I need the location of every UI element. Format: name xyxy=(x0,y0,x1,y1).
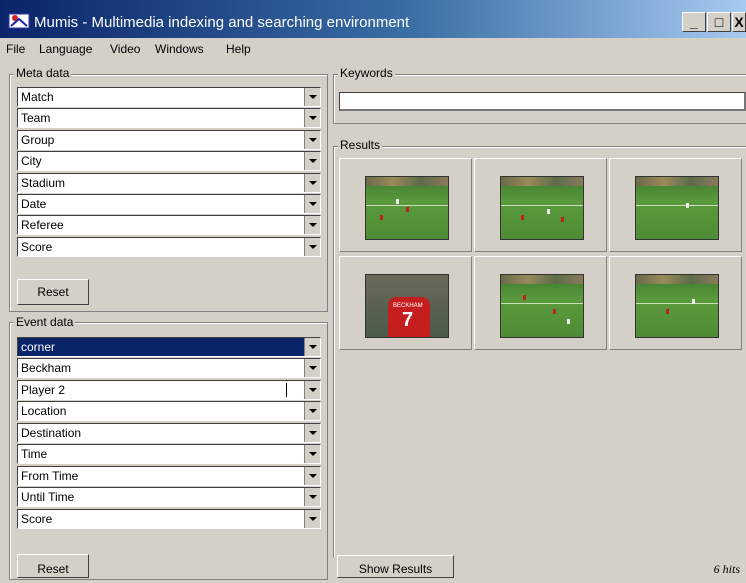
combo-event-type[interactable]: corner xyxy=(17,337,321,357)
combo-label: Stadium xyxy=(21,176,66,190)
menu-bar: File Language Video Windows Help xyxy=(0,38,746,58)
combo-from-time[interactable]: From Time xyxy=(17,466,321,486)
combo-label: Player 2 xyxy=(21,383,66,397)
chevron-down-icon[interactable] xyxy=(304,488,320,506)
menu-language[interactable]: Language xyxy=(39,42,92,56)
chevron-down-icon[interactable] xyxy=(304,402,320,420)
result-thumbnail[interactable] xyxy=(474,256,607,350)
video-frame-image xyxy=(500,274,584,338)
combo-referee[interactable]: Referee xyxy=(17,215,321,235)
menu-help[interactable]: Help xyxy=(226,42,251,56)
maximize-button[interactable]: □ xyxy=(707,12,731,32)
combo-match[interactable]: Match xyxy=(17,87,321,107)
result-thumbnail[interactable] xyxy=(609,158,742,252)
chevron-down-icon[interactable] xyxy=(304,216,320,234)
chevron-down-icon[interactable] xyxy=(304,381,320,399)
combo-label: Group xyxy=(21,133,55,147)
combo-city[interactable]: City xyxy=(17,151,321,171)
app-icon xyxy=(8,10,30,30)
menu-file[interactable]: File xyxy=(6,42,25,56)
combo-label: Destination xyxy=(21,426,82,440)
combo-label: Beckham xyxy=(21,361,72,375)
close-button[interactable]: X xyxy=(732,12,746,32)
keywords-label: Keywords xyxy=(338,66,395,80)
combo-date[interactable]: Date xyxy=(17,194,321,214)
event-reset-button[interactable]: Reset xyxy=(17,554,89,578)
result-thumbnail[interactable] xyxy=(339,158,472,252)
chevron-down-icon[interactable] xyxy=(304,359,320,377)
chevron-down-icon[interactable] xyxy=(304,445,320,463)
combo-group[interactable]: Group xyxy=(17,130,321,150)
video-frame-image xyxy=(635,274,719,338)
video-frame-image: BECKHAM 7 xyxy=(365,274,449,338)
combo-label: Team xyxy=(21,111,51,125)
combo-label: Referee xyxy=(21,218,64,232)
chevron-down-icon[interactable] xyxy=(304,88,320,106)
video-frame-image xyxy=(365,176,449,240)
combo-label: Score xyxy=(21,512,53,526)
combo-destination[interactable]: Destination xyxy=(17,423,321,443)
combo-time[interactable]: Time xyxy=(17,444,321,464)
combo-label: City xyxy=(21,154,42,168)
video-frame-image xyxy=(500,176,584,240)
combo-player-1[interactable]: Beckham xyxy=(17,358,321,378)
meta-data-label: Meta data xyxy=(14,66,72,80)
chevron-down-icon[interactable] xyxy=(304,152,320,170)
combo-team[interactable]: Team xyxy=(17,108,321,128)
chevron-down-icon[interactable] xyxy=(304,424,320,442)
hits-count: 6 hits xyxy=(713,562,740,576)
keywords-input[interactable] xyxy=(339,92,746,111)
main-window: Mumis - Multimedia indexing and searchin… xyxy=(0,0,746,580)
chevron-down-icon[interactable] xyxy=(304,338,320,356)
combo-until-time[interactable]: Until Time xyxy=(17,487,321,507)
combo-location[interactable]: Location xyxy=(17,401,321,421)
menu-windows[interactable]: Windows xyxy=(155,42,204,56)
combo-stadium[interactable]: Stadium xyxy=(17,173,321,193)
text-cursor xyxy=(286,383,287,397)
chevron-down-icon[interactable] xyxy=(304,195,320,213)
combo-label: From Time xyxy=(21,469,79,483)
combo-event-score[interactable]: Score xyxy=(17,509,321,529)
meta-reset-button[interactable]: Reset xyxy=(17,279,89,305)
combo-label: Score xyxy=(21,240,53,254)
combo-label: Location xyxy=(21,404,67,418)
combo-label: Time xyxy=(21,447,48,461)
chevron-down-icon[interactable] xyxy=(304,467,320,485)
combo-label: Until Time xyxy=(21,490,75,504)
result-thumbnail[interactable] xyxy=(609,256,742,350)
chevron-down-icon[interactable] xyxy=(304,131,320,149)
chevron-down-icon[interactable] xyxy=(304,238,320,256)
video-frame-image xyxy=(635,176,719,240)
chevron-down-icon[interactable] xyxy=(304,174,320,192)
minimize-button[interactable]: _ xyxy=(682,12,706,32)
combo-player-2[interactable]: Player 2 xyxy=(17,380,321,400)
show-results-button[interactable]: Show Results xyxy=(337,555,454,578)
result-thumbnail[interactable]: BECKHAM 7 xyxy=(339,256,472,350)
result-thumbnail[interactable] xyxy=(474,158,607,252)
title-bar[interactable]: Mumis - Multimedia indexing and searchin… xyxy=(0,0,746,38)
menu-video[interactable]: Video xyxy=(110,42,140,56)
jersey-number: 7 xyxy=(402,309,414,331)
results-label: Results xyxy=(338,138,383,152)
combo-score[interactable]: Score xyxy=(17,237,321,257)
combo-label: Date xyxy=(21,197,47,211)
window-title: Mumis - Multimedia indexing and searchin… xyxy=(34,14,410,31)
combo-label: Match xyxy=(21,90,54,104)
combo-label: corner xyxy=(21,340,56,354)
chevron-down-icon[interactable] xyxy=(304,510,320,528)
chevron-down-icon[interactable] xyxy=(304,109,320,127)
event-data-label: Event data xyxy=(14,315,76,329)
